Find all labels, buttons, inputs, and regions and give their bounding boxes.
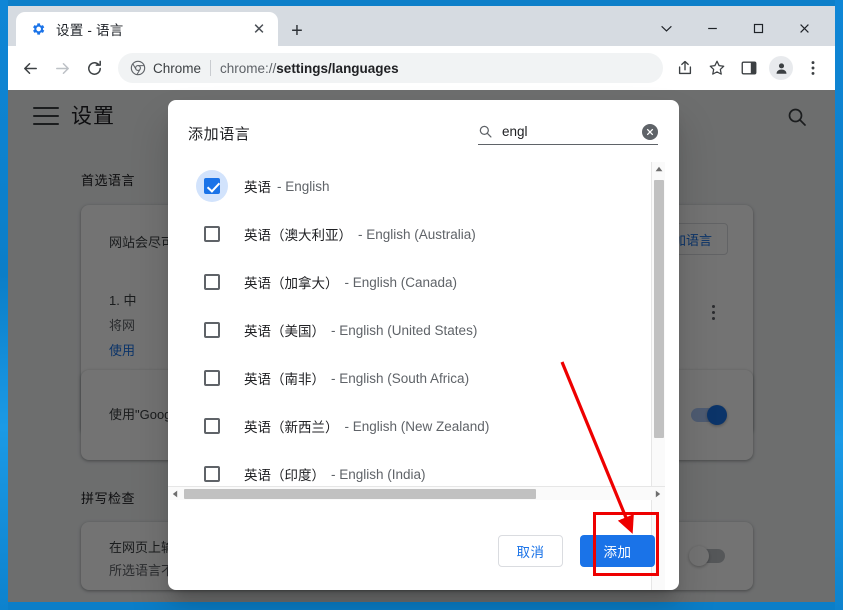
back-icon[interactable] — [14, 52, 46, 84]
search-input[interactable] — [502, 124, 642, 139]
share-icon[interactable] — [669, 52, 701, 84]
browser-toolbar: Chrome chrome://settings/languages — [8, 46, 835, 90]
language-list-item[interactable]: 英语（南非） - English (South Africa) — [168, 354, 665, 402]
minimize-icon[interactable] — [689, 12, 735, 44]
url-prefix: chrome:// — [220, 61, 276, 76]
language-native-name: 英语（澳大利亚） — [244, 224, 352, 244]
language-checkbox[interactable] — [196, 410, 228, 442]
language-search-box[interactable] — [478, 119, 658, 145]
maximize-icon[interactable] — [735, 12, 781, 44]
add-button[interactable]: 添加 — [580, 535, 655, 567]
avatar — [769, 56, 793, 80]
dialog-footer: 取消 添加 — [168, 514, 679, 590]
horizontal-scrollbar-thumb[interactable] — [184, 489, 536, 499]
language-checkbox[interactable] — [196, 314, 228, 346]
language-native-name: 英语（南非） — [244, 368, 325, 388]
dialog-title: 添加语言 — [188, 123, 250, 144]
language-english-name: - English (New Zealand) — [345, 419, 490, 434]
omnibox-url: chrome://settings/languages — [220, 61, 399, 76]
cancel-button[interactable]: 取消 — [498, 535, 563, 567]
window-controls — [643, 12, 827, 44]
dialog-header: 添加语言 — [168, 100, 679, 162]
address-bar[interactable]: Chrome chrome://settings/languages — [118, 53, 663, 83]
language-native-name: 英语 — [244, 176, 271, 196]
language-checkbox[interactable] — [196, 170, 228, 202]
language-list-item[interactable]: 英语（新西兰） - English (New Zealand) — [168, 402, 665, 450]
profile-avatar[interactable] — [765, 52, 797, 84]
search-icon — [478, 124, 493, 139]
add-language-dialog: 添加语言 英语 - English 英语（澳大利亚） - English (Austr… — [168, 100, 679, 590]
language-english-name: - English (United States) — [331, 323, 477, 338]
scroll-up-icon[interactable] — [652, 162, 666, 176]
language-english-name: - English — [277, 179, 330, 194]
forward-icon[interactable] — [46, 52, 78, 84]
chevron-down-icon[interactable] — [643, 12, 689, 44]
checkbox-checked-icon — [204, 178, 220, 194]
vertical-scrollbar-thumb[interactable] — [654, 180, 664, 438]
tab-title: 设置 - 语言 — [56, 19, 248, 39]
language-checkbox[interactable] — [196, 266, 228, 298]
three-dot-menu-icon[interactable] — [797, 52, 829, 84]
scroll-right-icon[interactable] — [651, 487, 665, 501]
window-frame-right — [835, 0, 843, 610]
language-english-name: - English (South Africa) — [331, 371, 469, 386]
checkbox-unchecked-icon — [204, 466, 220, 482]
horizontal-scrollbar[interactable] — [168, 486, 665, 500]
star-icon[interactable] — [701, 52, 733, 84]
browser-window: 设置 - 语言 ✕ + — [0, 0, 843, 610]
language-list-item[interactable]: 英语（美国） - English (United States) — [168, 306, 665, 354]
language-list-item[interactable]: 英语 - English — [168, 162, 665, 210]
chrome-logo-icon — [130, 60, 146, 76]
clear-icon[interactable] — [642, 124, 658, 140]
language-checkbox[interactable] — [196, 362, 228, 394]
browser-tab[interactable]: 设置 - 语言 ✕ — [16, 12, 278, 46]
language-list-item[interactable]: 英语（澳大利亚） - English (Australia) — [168, 210, 665, 258]
language-native-name: 英语（美国） — [244, 320, 325, 340]
language-native-name: 英语（印度） — [244, 464, 325, 484]
language-list[interactable]: 英语 - English 英语（澳大利亚） - English (Australia)… — [168, 162, 665, 500]
new-tab-button[interactable]: + — [284, 18, 310, 44]
language-native-name: 英语（新西兰） — [244, 416, 339, 436]
gear-icon — [30, 21, 46, 37]
tab-strip: 设置 - 语言 ✕ + — [8, 6, 835, 46]
close-tab-icon[interactable]: ✕ — [248, 18, 270, 40]
omnibox-divider — [210, 60, 211, 76]
language-english-name: - English (Australia) — [358, 227, 476, 242]
omnibox-scheme-label: Chrome — [153, 61, 201, 76]
checkbox-unchecked-icon — [204, 418, 220, 434]
language-checkbox[interactable] — [196, 218, 228, 250]
scroll-left-icon[interactable] — [168, 487, 182, 501]
window-frame-left — [0, 0, 8, 610]
reload-icon[interactable] — [78, 52, 110, 84]
language-english-name: - English (India) — [331, 467, 426, 482]
side-panel-icon[interactable] — [733, 52, 765, 84]
checkbox-unchecked-icon — [204, 370, 220, 386]
close-window-icon[interactable] — [781, 12, 827, 44]
language-native-name: 英语（加拿大） — [244, 272, 339, 292]
language-english-name: - English (Canada) — [345, 275, 458, 290]
language-list-item[interactable]: 英语（加拿大） - English (Canada) — [168, 258, 665, 306]
checkbox-unchecked-icon — [204, 322, 220, 338]
url-path: settings/languages — [276, 61, 398, 76]
checkbox-unchecked-icon — [204, 226, 220, 242]
checkbox-unchecked-icon — [204, 274, 220, 290]
